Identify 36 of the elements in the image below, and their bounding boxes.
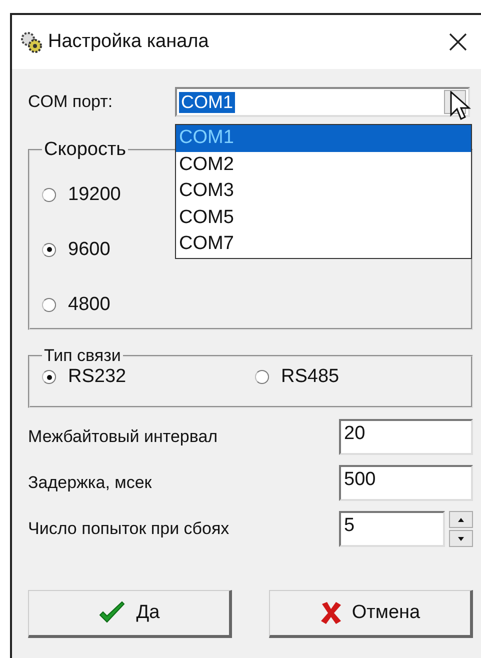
radio-button[interactable] (42, 188, 56, 202)
radio-label[interactable]: 9600 (68, 238, 110, 260)
dropdown-option[interactable]: COM5 (176, 204, 471, 231)
com-port-label: COM порт: (28, 92, 114, 112)
dropdown-option[interactable]: COM3 (176, 178, 471, 204)
mouse-pointer-icon (450, 91, 472, 123)
input-field[interactable]: 5 (339, 511, 445, 547)
up-arrow-icon (458, 518, 464, 522)
window-title: Настройка канала (48, 31, 210, 53)
spin-down-button[interactable] (449, 530, 473, 547)
field-label: Межбайтовый интервал (28, 427, 218, 447)
group-title: Тип связи (43, 346, 122, 366)
radio-label[interactable]: 4800 (68, 294, 110, 316)
radio-label[interactable]: RS485 (281, 366, 340, 388)
spin-up-button[interactable] (449, 511, 473, 528)
radio-label[interactable]: RS232 (68, 366, 126, 388)
cancel-button[interactable]: Отмена (269, 590, 473, 638)
radio-button[interactable] (42, 370, 56, 384)
com-port-dropdown[interactable]: COM1 (175, 87, 470, 117)
field-label: Задержка, мсек (28, 473, 152, 493)
group-title: Скорость (43, 139, 128, 161)
down-arrow-icon (458, 536, 464, 540)
check-icon (98, 601, 126, 625)
dropdown-option[interactable]: COM7 (176, 231, 471, 258)
radio-button[interactable] (255, 370, 269, 384)
radio-button[interactable] (42, 242, 56, 256)
input-field[interactable]: 20 (339, 419, 473, 455)
input-field[interactable]: 500 (339, 465, 473, 501)
ok-button[interactable]: Да (28, 590, 232, 638)
radio-button[interactable] (42, 298, 56, 312)
gears-icon (20, 31, 42, 53)
close-icon (449, 32, 467, 50)
field-label: Число попыток при сбоях (28, 519, 230, 539)
cross-icon (320, 601, 342, 625)
radio-label[interactable]: 19200 (68, 184, 121, 206)
dropdown-option[interactable]: COM2 (176, 152, 471, 178)
